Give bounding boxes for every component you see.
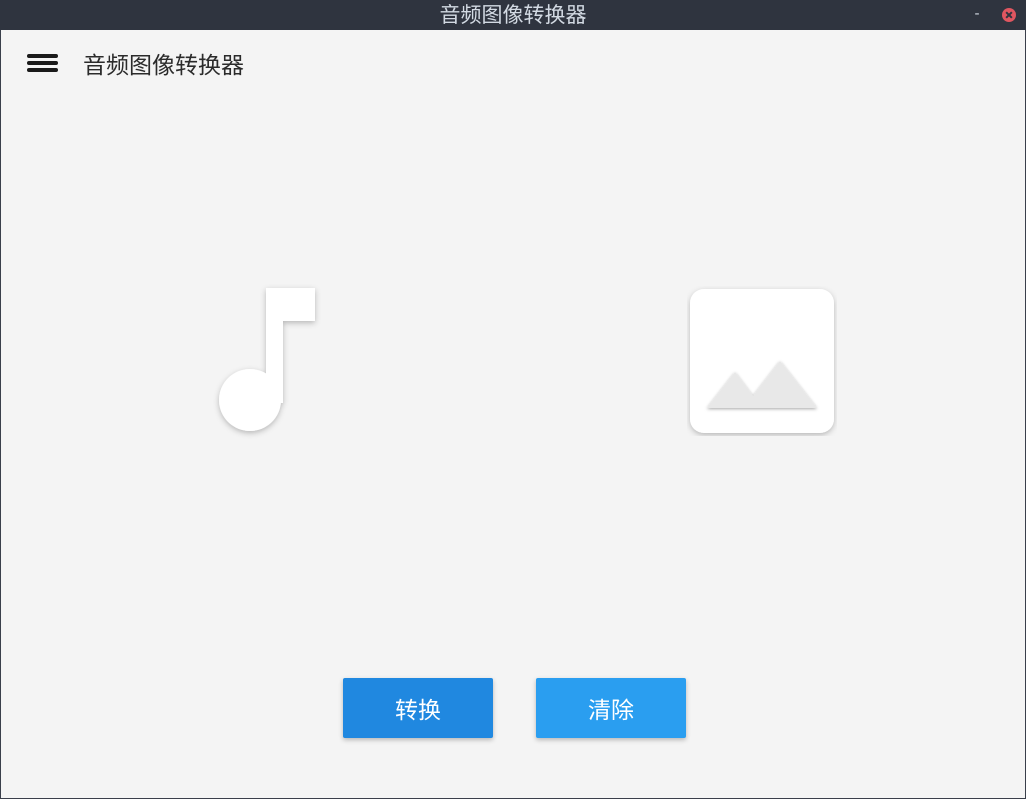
music-note-icon xyxy=(219,288,315,431)
close-button[interactable] xyxy=(1002,8,1016,22)
minimize-button[interactable]: - xyxy=(970,0,984,30)
menu-line xyxy=(27,54,58,58)
menu-line xyxy=(27,68,58,72)
image-icon xyxy=(690,289,834,433)
window-titlebar: 音频图像转换器 - xyxy=(0,0,1026,30)
app-title: 音频图像转换器 xyxy=(83,53,244,79)
hamburger-menu-icon[interactable] xyxy=(27,52,59,76)
app-window: 音频图像转换器 转换 清除 xyxy=(0,30,1026,799)
image-drop-area[interactable] xyxy=(687,286,837,436)
audio-drop-area[interactable] xyxy=(206,280,336,450)
convert-button[interactable]: 转换 xyxy=(343,678,493,738)
menu-line xyxy=(27,61,58,65)
app-header: 音频图像转换器 xyxy=(1,30,1025,102)
clear-button[interactable]: 清除 xyxy=(536,678,686,738)
window-title: 音频图像转换器 xyxy=(439,3,587,27)
